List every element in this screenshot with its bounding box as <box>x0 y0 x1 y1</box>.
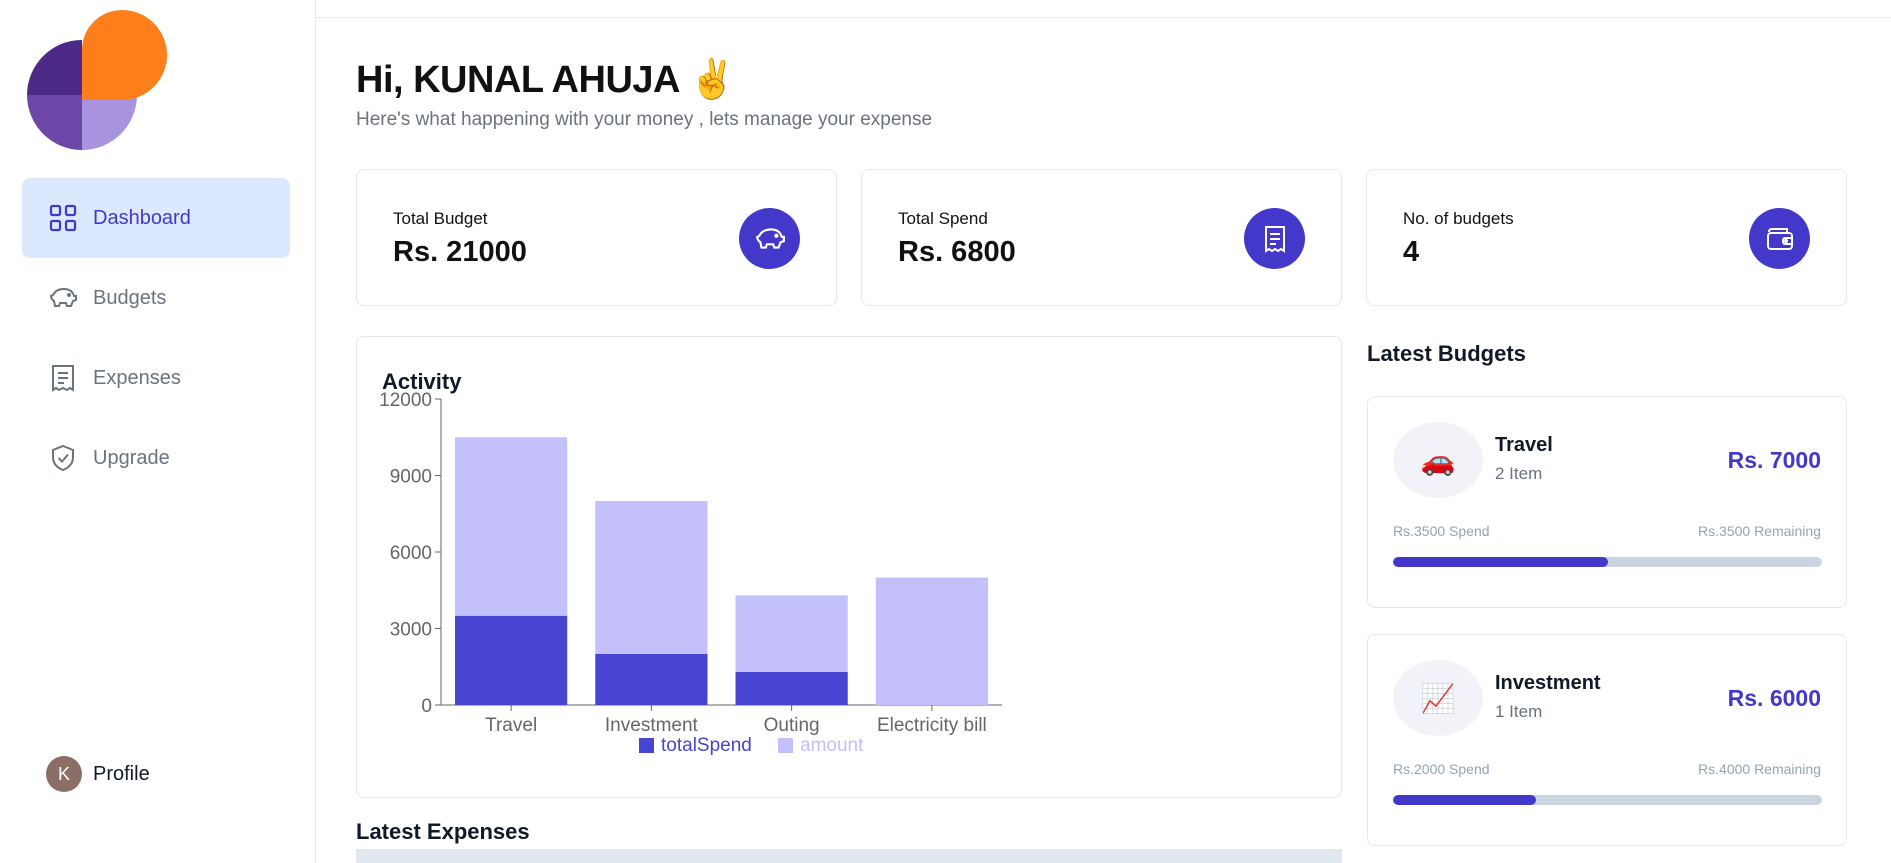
top-bar <box>316 0 1891 18</box>
budget-item-count: 1 Item <box>1495 702 1543 721</box>
receipt-icon <box>48 363 78 393</box>
y-tick-label: 6000 <box>390 543 432 564</box>
sidebar: Dashboard Budgets Expenses Upgrade K Pro… <box>0 0 316 863</box>
legend-swatch <box>778 738 793 753</box>
stat-value: 4 <box>1403 236 1420 268</box>
budget-progress-bar <box>1393 557 1822 567</box>
budget-card-investment[interactable]: 📈 Investment 1 Item Rs. 6000 Rs.2000 Spe… <box>1367 634 1847 846</box>
sidebar-item-budgets[interactable]: Budgets <box>22 258 290 338</box>
budget-progress-bar <box>1393 795 1822 805</box>
stat-label: Total Budget <box>393 209 488 228</box>
x-tick-label: Electricity bill <box>877 715 987 736</box>
budget-remaining: Rs.3500 Remaining <box>1698 523 1821 539</box>
sidebar-item-dashboard[interactable]: Dashboard <box>22 178 290 258</box>
chart-increasing-icon: 📈 <box>1393 660 1483 736</box>
expenses-table-header <box>356 849 1342 863</box>
profile-button[interactable]: K Profile <box>46 756 150 792</box>
total-spend-card: Total Spend Rs. 6800 <box>861 169 1342 306</box>
bar-amount <box>875 577 988 705</box>
page-title: Hi, KUNAL AHUJA ✌️ <box>356 59 736 101</box>
y-tick-label: 3000 <box>390 620 432 641</box>
budget-amount: Rs. 7000 <box>1727 447 1821 473</box>
budget-progress-fill <box>1393 557 1608 567</box>
budget-count-card: No. of budgets 4 <box>1366 169 1847 306</box>
app-logo[interactable] <box>27 10 167 150</box>
sidebar-item-expenses[interactable]: Expenses <box>22 338 290 418</box>
sidebar-item-label: Budgets <box>93 286 167 309</box>
shield-check-icon <box>48 443 78 473</box>
budget-item-count: 2 Item <box>1495 464 1543 483</box>
page-subtitle: Here's what happening with your money , … <box>356 109 933 130</box>
sidebar-item-label: Upgrade <box>93 446 170 469</box>
grid-icon <box>48 203 78 233</box>
stat-label: Total Spend <box>898 209 988 228</box>
avatar: K <box>46 756 82 792</box>
stat-value: Rs. 6800 <box>898 236 1016 268</box>
x-tick-label: Investment <box>605 715 699 736</box>
activity-card: Activity 0 3000 6000 9000 12000 Travel Investm… <box>356 336 1342 798</box>
bar-amount <box>735 595 848 672</box>
budget-name: Investment <box>1495 672 1601 694</box>
total-budget-card: Total Budget Rs. 21000 <box>356 169 837 306</box>
stat-label: No. of budgets <box>1403 209 1514 228</box>
y-tick-label: 12000 <box>379 390 432 411</box>
budget-spend: Rs.2000 Spend <box>1393 761 1490 777</box>
activity-chart: 0 3000 6000 9000 12000 Travel Investment Outing… <box>379 390 1002 756</box>
bar-totalSpend <box>455 615 568 705</box>
sidebar-item-upgrade[interactable]: Upgrade <box>22 418 290 498</box>
budget-spend: Rs.3500 Spend <box>1393 523 1490 539</box>
bar-totalSpend <box>735 671 848 705</box>
budget-amount: Rs. 6000 <box>1727 685 1821 711</box>
latest-budgets-title: Latest Budgets <box>1367 341 1526 366</box>
profile-label: Profile <box>93 762 150 785</box>
wallet-icon <box>1749 208 1810 269</box>
piggy-bank-icon <box>48 283 78 313</box>
legend-label: totalSpend <box>661 735 752 756</box>
x-tick-label: Travel <box>485 715 537 736</box>
x-tick-label: Outing <box>764 715 820 736</box>
legend-swatch <box>639 738 654 753</box>
budget-remaining: Rs.4000 Remaining <box>1698 761 1821 777</box>
receipt-icon <box>1244 208 1305 269</box>
sidebar-item-label: Dashboard <box>93 206 191 229</box>
budget-name: Travel <box>1495 434 1553 456</box>
y-tick-label: 9000 <box>390 467 432 488</box>
stat-value: Rs. 21000 <box>393 236 527 268</box>
piggy-bank-icon <box>739 208 800 269</box>
legend-label: amount <box>800 735 864 756</box>
car-icon: 🚗 <box>1393 422 1483 498</box>
budget-card-travel[interactable]: 🚗 Travel 2 Item Rs. 7000 Rs.3500 Spend R… <box>1367 396 1847 608</box>
y-tick-label: 0 <box>421 696 432 717</box>
bar-amount <box>595 501 708 654</box>
budget-progress-fill <box>1393 795 1536 805</box>
latest-expenses-title: Latest Expenses <box>356 819 530 844</box>
bar-amount <box>455 437 568 616</box>
sidebar-item-label: Expenses <box>93 366 181 389</box>
bar-totalSpend <box>595 654 708 705</box>
